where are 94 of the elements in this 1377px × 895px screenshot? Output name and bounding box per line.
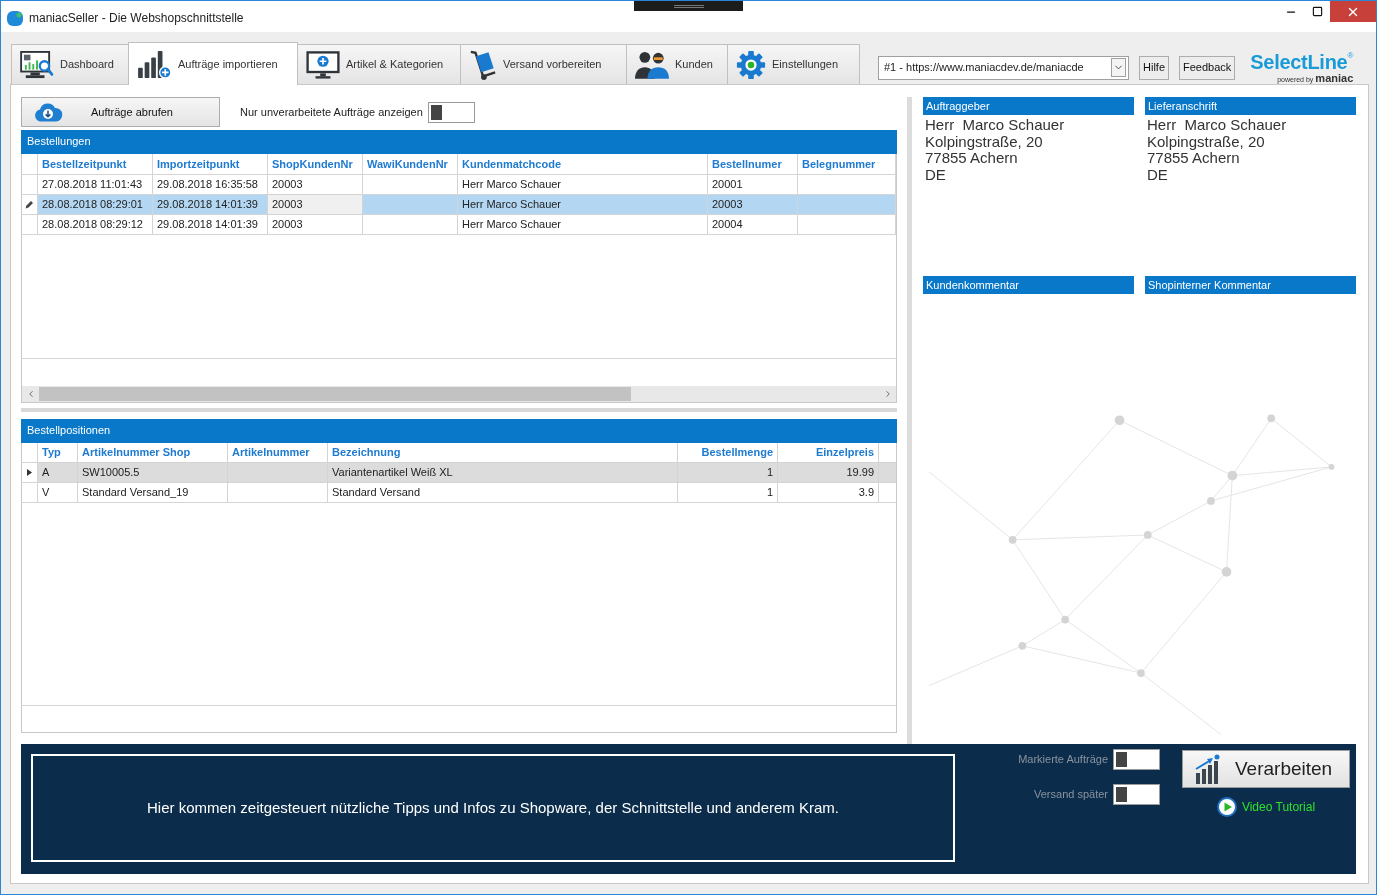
- tips-banner: Hier kommen zeitgesteuert nützliche Tipps und Infos zu Shopware, der Schnittstelle und anderem Kram.: [31, 754, 955, 862]
- panel-header: Kundenkommentar: [923, 276, 1134, 294]
- panel-header: Auftraggeber: [923, 97, 1134, 115]
- tab[interactable]: Artikel & Kategorien: [298, 44, 461, 84]
- table-cell: 1: [678, 483, 778, 502]
- table-cell: 19.99: [778, 463, 879, 482]
- table-cell: 20003: [268, 195, 363, 214]
- column-header[interactable]: Artikelnummer Shop: [78, 443, 228, 462]
- shop-select[interactable]: #1 - https://www.maniacdev.de/maniacde: [878, 55, 1129, 80]
- toggle-switch[interactable]: [1113, 784, 1160, 805]
- gear-icon: [736, 49, 766, 80]
- section-header: Bestellpositionen: [21, 419, 897, 443]
- column-header[interactable]: Einzelpreis: [778, 443, 879, 462]
- table-cell: 20003: [268, 175, 363, 194]
- option-label: Versand später: [1034, 787, 1108, 803]
- table-row[interactable]: V Standard Versand_19 Standard Versand 1 3.9: [22, 483, 896, 503]
- table-cell: Standard Versand: [328, 483, 678, 502]
- table-cell: 29.08.2018 16:35:58: [153, 175, 268, 194]
- tab[interactable]: Aufträge importieren: [128, 42, 298, 85]
- monitor-plus-icon: [306, 50, 340, 79]
- table-cell: Herr Marco Schauer: [458, 175, 708, 194]
- tab[interactable]: Kunden: [627, 44, 728, 84]
- app-logo-icon: [7, 10, 23, 26]
- toggle-switch[interactable]: [427, 101, 475, 123]
- play-icon: [1216, 797, 1237, 817]
- bar-chart-plus-icon: [137, 49, 172, 79]
- registered-mark: ®: [1347, 51, 1354, 60]
- video-tutorial-link[interactable]: Video Tutorial: [1216, 797, 1316, 817]
- column-header[interactable]: Importzeitpunkt: [153, 154, 268, 174]
- fetch-orders-button[interactable]: Aufträge abrufen: [21, 97, 220, 127]
- table-cell: V: [38, 483, 78, 502]
- column-header[interactable]: Bestellzeitpunkt: [38, 154, 153, 174]
- table-cell: Variantenartikel Weiß XL: [328, 463, 678, 482]
- header-button[interactable]: Hilfe: [1139, 55, 1169, 80]
- tab[interactable]: Versand vorbereiten: [461, 44, 627, 84]
- table-cell: 28.08.2018 08:29:12: [38, 215, 153, 234]
- table-cell: 20004: [708, 215, 798, 234]
- scrollbar-thumb[interactable]: [39, 387, 631, 401]
- toggle-switch[interactable]: [1113, 749, 1160, 770]
- process-button[interactable]: Verarbeiten: [1182, 750, 1350, 788]
- address-line: 77855 Achern: [925, 150, 1018, 167]
- address-line: Herr Marco Schauer: [1147, 117, 1288, 134]
- header-button[interactable]: Feedback: [1179, 55, 1236, 80]
- address-line: Kolpingstraße, 20: [1147, 133, 1266, 150]
- panel-header: Lieferanschrift: [1145, 97, 1356, 115]
- logo-wordmark: SelectLine: [1250, 51, 1348, 74]
- monitor-chart-icon: [20, 50, 54, 79]
- address-line: Kolpingstraße, 20: [925, 133, 1044, 150]
- column-header[interactable]: ShopKundenNr: [268, 154, 363, 174]
- cloud-download-icon: [33, 102, 63, 122]
- logo-brand: maniac: [1315, 72, 1354, 84]
- maximize-icon[interactable]: [1311, 6, 1323, 17]
- column-header[interactable]: Bestellmenge: [678, 443, 778, 462]
- table-cell: 20003: [708, 195, 798, 214]
- column-header[interactable]: Bezeichnung: [328, 443, 678, 462]
- column-header[interactable]: Bestellnumer: [708, 154, 798, 174]
- filter-label: Nur unverarbeitete Aufträge anzeigen: [240, 104, 423, 120]
- column-header[interactable]: Belegnummer: [798, 154, 896, 174]
- chart-arrow-icon: [1195, 754, 1221, 784]
- table-cell: A: [38, 463, 78, 482]
- table-cell: 20001: [708, 175, 798, 194]
- address-line: 77855 Achern: [1147, 150, 1240, 167]
- column-header[interactable]: Typ: [38, 443, 78, 462]
- column-header[interactable]: Artikelnummer: [228, 443, 328, 462]
- window-title: maniacSeller - Die Webshopschnittstelle: [29, 10, 244, 27]
- table-cell: 3.9: [778, 483, 879, 502]
- table-cell: Herr Marco Schauer: [458, 215, 708, 234]
- table-cell: Standard Versand_19: [78, 483, 228, 502]
- section-header: Bestellungen: [21, 130, 897, 154]
- option-label: Markierte Aufträge: [1018, 752, 1108, 768]
- two-people-icon: [635, 50, 669, 79]
- table-cell: SW10005.5: [78, 463, 228, 482]
- hand-truck-icon: [469, 48, 497, 81]
- address-line: Herr Marco Schauer: [925, 117, 1066, 134]
- table-row[interactable]: 28.08.2018 08:29:01 29.08.2018 14:01:39 20003 Herr Marco Schauer 20003: [22, 195, 896, 215]
- table-row[interactable]: 28.08.2018 08:29:12 29.08.2018 14:01:39 20003 Herr Marco Schauer 20004: [22, 215, 896, 235]
- column-header[interactable]: Kundenmatchcode: [458, 154, 708, 174]
- table-row[interactable]: A SW10005.5 Variantenartikel Weiß XL 1 19.99: [22, 463, 896, 483]
- table-cell: Herr Marco Schauer: [458, 195, 708, 214]
- horizontal-scrollbar[interactable]: [22, 386, 896, 402]
- column-header[interactable]: WawiKundenNr: [363, 154, 458, 174]
- table-cell: 20003: [268, 215, 363, 234]
- panel-header: Shopinterner Kommentar: [1145, 276, 1356, 294]
- table-row[interactable]: 27.08.2018 11:01:43 29.08.2018 16:35:58 20003 Herr Marco Schauer 20001: [22, 175, 896, 195]
- address-line: DE: [925, 166, 947, 183]
- address-line: DE: [1147, 166, 1169, 183]
- table-cell: 27.08.2018 11:01:43: [38, 175, 153, 194]
- table-cell: 1: [678, 463, 778, 482]
- table-cell: 29.08.2018 14:01:39: [153, 215, 268, 234]
- close-button[interactable]: [1330, 1, 1376, 22]
- drag-handle-bar[interactable]: [634, 1, 743, 11]
- tab[interactable]: Dashboard: [11, 44, 129, 84]
- tab[interactable]: Einstellungen: [728, 44, 860, 84]
- table-cell: 28.08.2018 08:29:01: [38, 195, 153, 214]
